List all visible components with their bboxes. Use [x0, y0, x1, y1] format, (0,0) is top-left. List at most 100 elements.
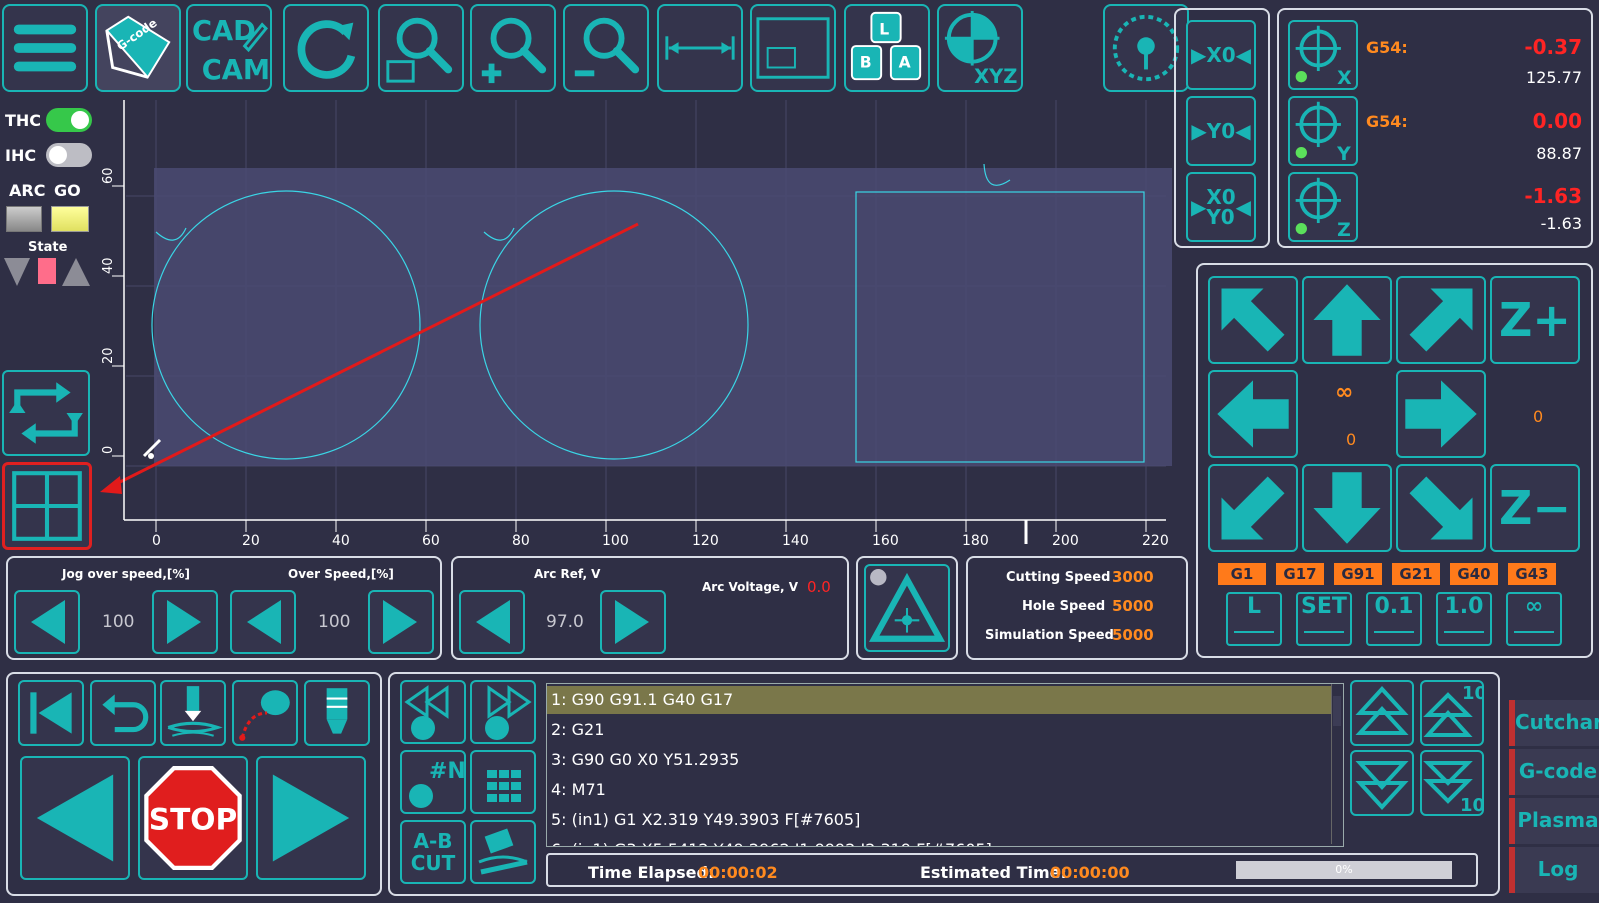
- gcode-g43-button[interactable]: G43: [1508, 563, 1556, 585]
- code-line[interactable]: 4: M71: [547, 776, 1341, 804]
- fast-forward-button[interactable]: [470, 680, 536, 744]
- zoom-in-button[interactable]: [470, 4, 556, 92]
- drawing-canvas[interactable]: 0 20 40 60 80 100 120 140 160 180 200 220 0 20 40 60: [96, 100, 1172, 550]
- listing-scrollbar[interactable]: [1331, 684, 1342, 844]
- run-forward-button[interactable]: [256, 756, 366, 880]
- tab-cutchart[interactable]: Cutchart: [1509, 700, 1599, 746]
- goto-line-button[interactable]: #N: [400, 750, 466, 814]
- step-infinity-button[interactable]: ∞: [1506, 592, 1562, 646]
- measure-button[interactable]: [657, 4, 743, 92]
- code-line[interactable]: 5: (in1) G1 X2.319 Y49.3903 F[#7605]: [547, 806, 1341, 834]
- gcode-g21-button[interactable]: G21: [1392, 563, 1440, 585]
- z-minus-label: Z−: [1499, 481, 1571, 535]
- axis-x-letter: X: [1337, 68, 1352, 88]
- tab-log[interactable]: Log: [1509, 847, 1599, 893]
- array-button[interactable]: [470, 750, 536, 814]
- over-speed-decrease-button[interactable]: [230, 590, 296, 654]
- y-position-value: 88.87: [1536, 144, 1582, 163]
- step-set-button[interactable]: SET: [1296, 592, 1352, 646]
- zero-xy-button[interactable]: ▶ X0 Y0 ◀: [1186, 172, 1256, 242]
- scrollbar-thumb[interactable]: [1333, 696, 1341, 726]
- jog-down-left-button[interactable]: [1208, 464, 1298, 552]
- jog-speed-increase-button[interactable]: [152, 590, 218, 654]
- gcode-g91-button[interactable]: G91: [1334, 563, 1382, 585]
- torch-up-button[interactable]: [304, 680, 370, 746]
- over-speed-increase-button[interactable]: [368, 590, 434, 654]
- keyboard-button[interactable]: L B A: [844, 4, 930, 92]
- zero-arrow-left-icon: ▶: [1190, 195, 1207, 219]
- axis-x-target-button[interactable]: X: [1288, 20, 1358, 90]
- jog-up-right-button[interactable]: [1396, 276, 1486, 364]
- axis-z-target-button[interactable]: Z: [1288, 172, 1358, 242]
- arc-ref-increase-button[interactable]: [600, 590, 666, 654]
- crosshair-z-icon: Z: [1295, 177, 1351, 240]
- thc-toggle[interactable]: [46, 108, 92, 132]
- step-10-top-text: 10: [1462, 683, 1482, 704]
- jog-speed-decrease-button[interactable]: [14, 590, 80, 654]
- zoom-out-icon: [574, 17, 640, 77]
- ruler-icon: [1514, 631, 1554, 633]
- code-line[interactable]: 3: G90 G0 X0 Y51.2935: [547, 746, 1341, 774]
- double-up-icon: [1355, 686, 1409, 735]
- jog-z-plus-button[interactable]: Z+: [1490, 276, 1580, 364]
- cad-cam-button[interactable]: CAD CAM: [186, 4, 272, 92]
- scroll-up-10-button[interactable]: 10: [1420, 680, 1484, 746]
- gcode-file-button[interactable]: G-code: [95, 4, 181, 92]
- cycle-view-button[interactable]: [2, 370, 90, 456]
- ab-cut-button[interactable]: A-B CUT: [400, 820, 466, 884]
- stop-label: STOP: [149, 802, 238, 837]
- xyz-text: XYZ: [974, 65, 1017, 87]
- undo-button[interactable]: [90, 680, 156, 746]
- zero-y-button[interactable]: ▶ Y0 ◀: [1186, 96, 1256, 166]
- path-return-button[interactable]: [232, 680, 298, 746]
- code-line-current[interactable]: 1: G90 G91.1 G40 G17: [547, 686, 1341, 714]
- fast-rewind-button[interactable]: [400, 680, 466, 744]
- estimated-time-value: 00:00:00: [1050, 863, 1130, 882]
- code-line[interactable]: 6: (in1) G3 X5.5412 Y49.2962 I1.9992 J2.…: [547, 836, 1341, 846]
- jog-up-left-button[interactable]: [1208, 276, 1298, 364]
- tab-plasma[interactable]: Plasma: [1509, 798, 1599, 844]
- grid-dots-icon: [487, 770, 521, 802]
- fit-view-button[interactable]: [750, 4, 836, 92]
- jog-over-speed-label: Jog over speed,[%]: [62, 567, 190, 581]
- axis-y-target-button[interactable]: Y: [1288, 96, 1358, 166]
- gcode-g40-button[interactable]: G40: [1450, 563, 1498, 585]
- grid-view-button[interactable]: [2, 462, 92, 550]
- double-up-10-icon: 10: [1423, 683, 1482, 737]
- run-backward-button[interactable]: [20, 756, 130, 880]
- jog-left-button[interactable]: [1208, 370, 1298, 458]
- gcode-listing[interactable]: 1: G90 G91.1 G40 G17 2: G21 3: G90 G0 X0…: [546, 683, 1344, 847]
- jog-up-button[interactable]: [1302, 276, 1392, 364]
- stop-button[interactable]: STOP: [138, 756, 248, 880]
- code-line[interactable]: 2: G21: [547, 716, 1341, 744]
- step-10-button[interactable]: 1.0: [1436, 592, 1492, 646]
- laser-pointer-button[interactable]: [864, 564, 950, 652]
- rewind-start-button[interactable]: [18, 680, 84, 746]
- zoom-window-button[interactable]: [378, 4, 464, 92]
- arc-ref-decrease-button[interactable]: [459, 590, 525, 654]
- zero-xy-top-label: X0: [1206, 185, 1236, 209]
- menu-button[interactable]: [2, 4, 88, 92]
- jog-z-minus-button[interactable]: Z−: [1490, 464, 1580, 552]
- gcode-g1-button[interactable]: G1: [1218, 563, 1266, 585]
- zoom-out-button[interactable]: [563, 4, 649, 92]
- gcode-g17-button[interactable]: G17: [1276, 563, 1324, 585]
- refresh-button[interactable]: [283, 4, 369, 92]
- arrow-right-icon: [1405, 380, 1477, 448]
- zero-x-button[interactable]: ▶ X0 ◀: [1186, 20, 1256, 90]
- ihc-toggle[interactable]: [46, 143, 92, 167]
- tab-gcode[interactable]: G-code: [1509, 749, 1599, 795]
- scroll-down-button[interactable]: [1350, 750, 1414, 816]
- jog-right-button[interactable]: [1396, 370, 1486, 458]
- scroll-up-button[interactable]: [1350, 680, 1414, 746]
- jog-down-button[interactable]: [1302, 464, 1392, 552]
- xyz-origin-button[interactable]: XYZ: [937, 4, 1023, 92]
- torch-touch-button[interactable]: [160, 680, 226, 746]
- jog-down-right-button[interactable]: [1396, 464, 1486, 552]
- gcode-folder-icon: G-code: [105, 16, 171, 79]
- step-01-button[interactable]: 0.1: [1366, 592, 1422, 646]
- time-elapsed-value: 00:00:02: [698, 863, 778, 882]
- rotate-button[interactable]: [470, 820, 536, 884]
- step-l-button[interactable]: L: [1226, 592, 1282, 646]
- scroll-down-10-button[interactable]: 10: [1420, 750, 1484, 816]
